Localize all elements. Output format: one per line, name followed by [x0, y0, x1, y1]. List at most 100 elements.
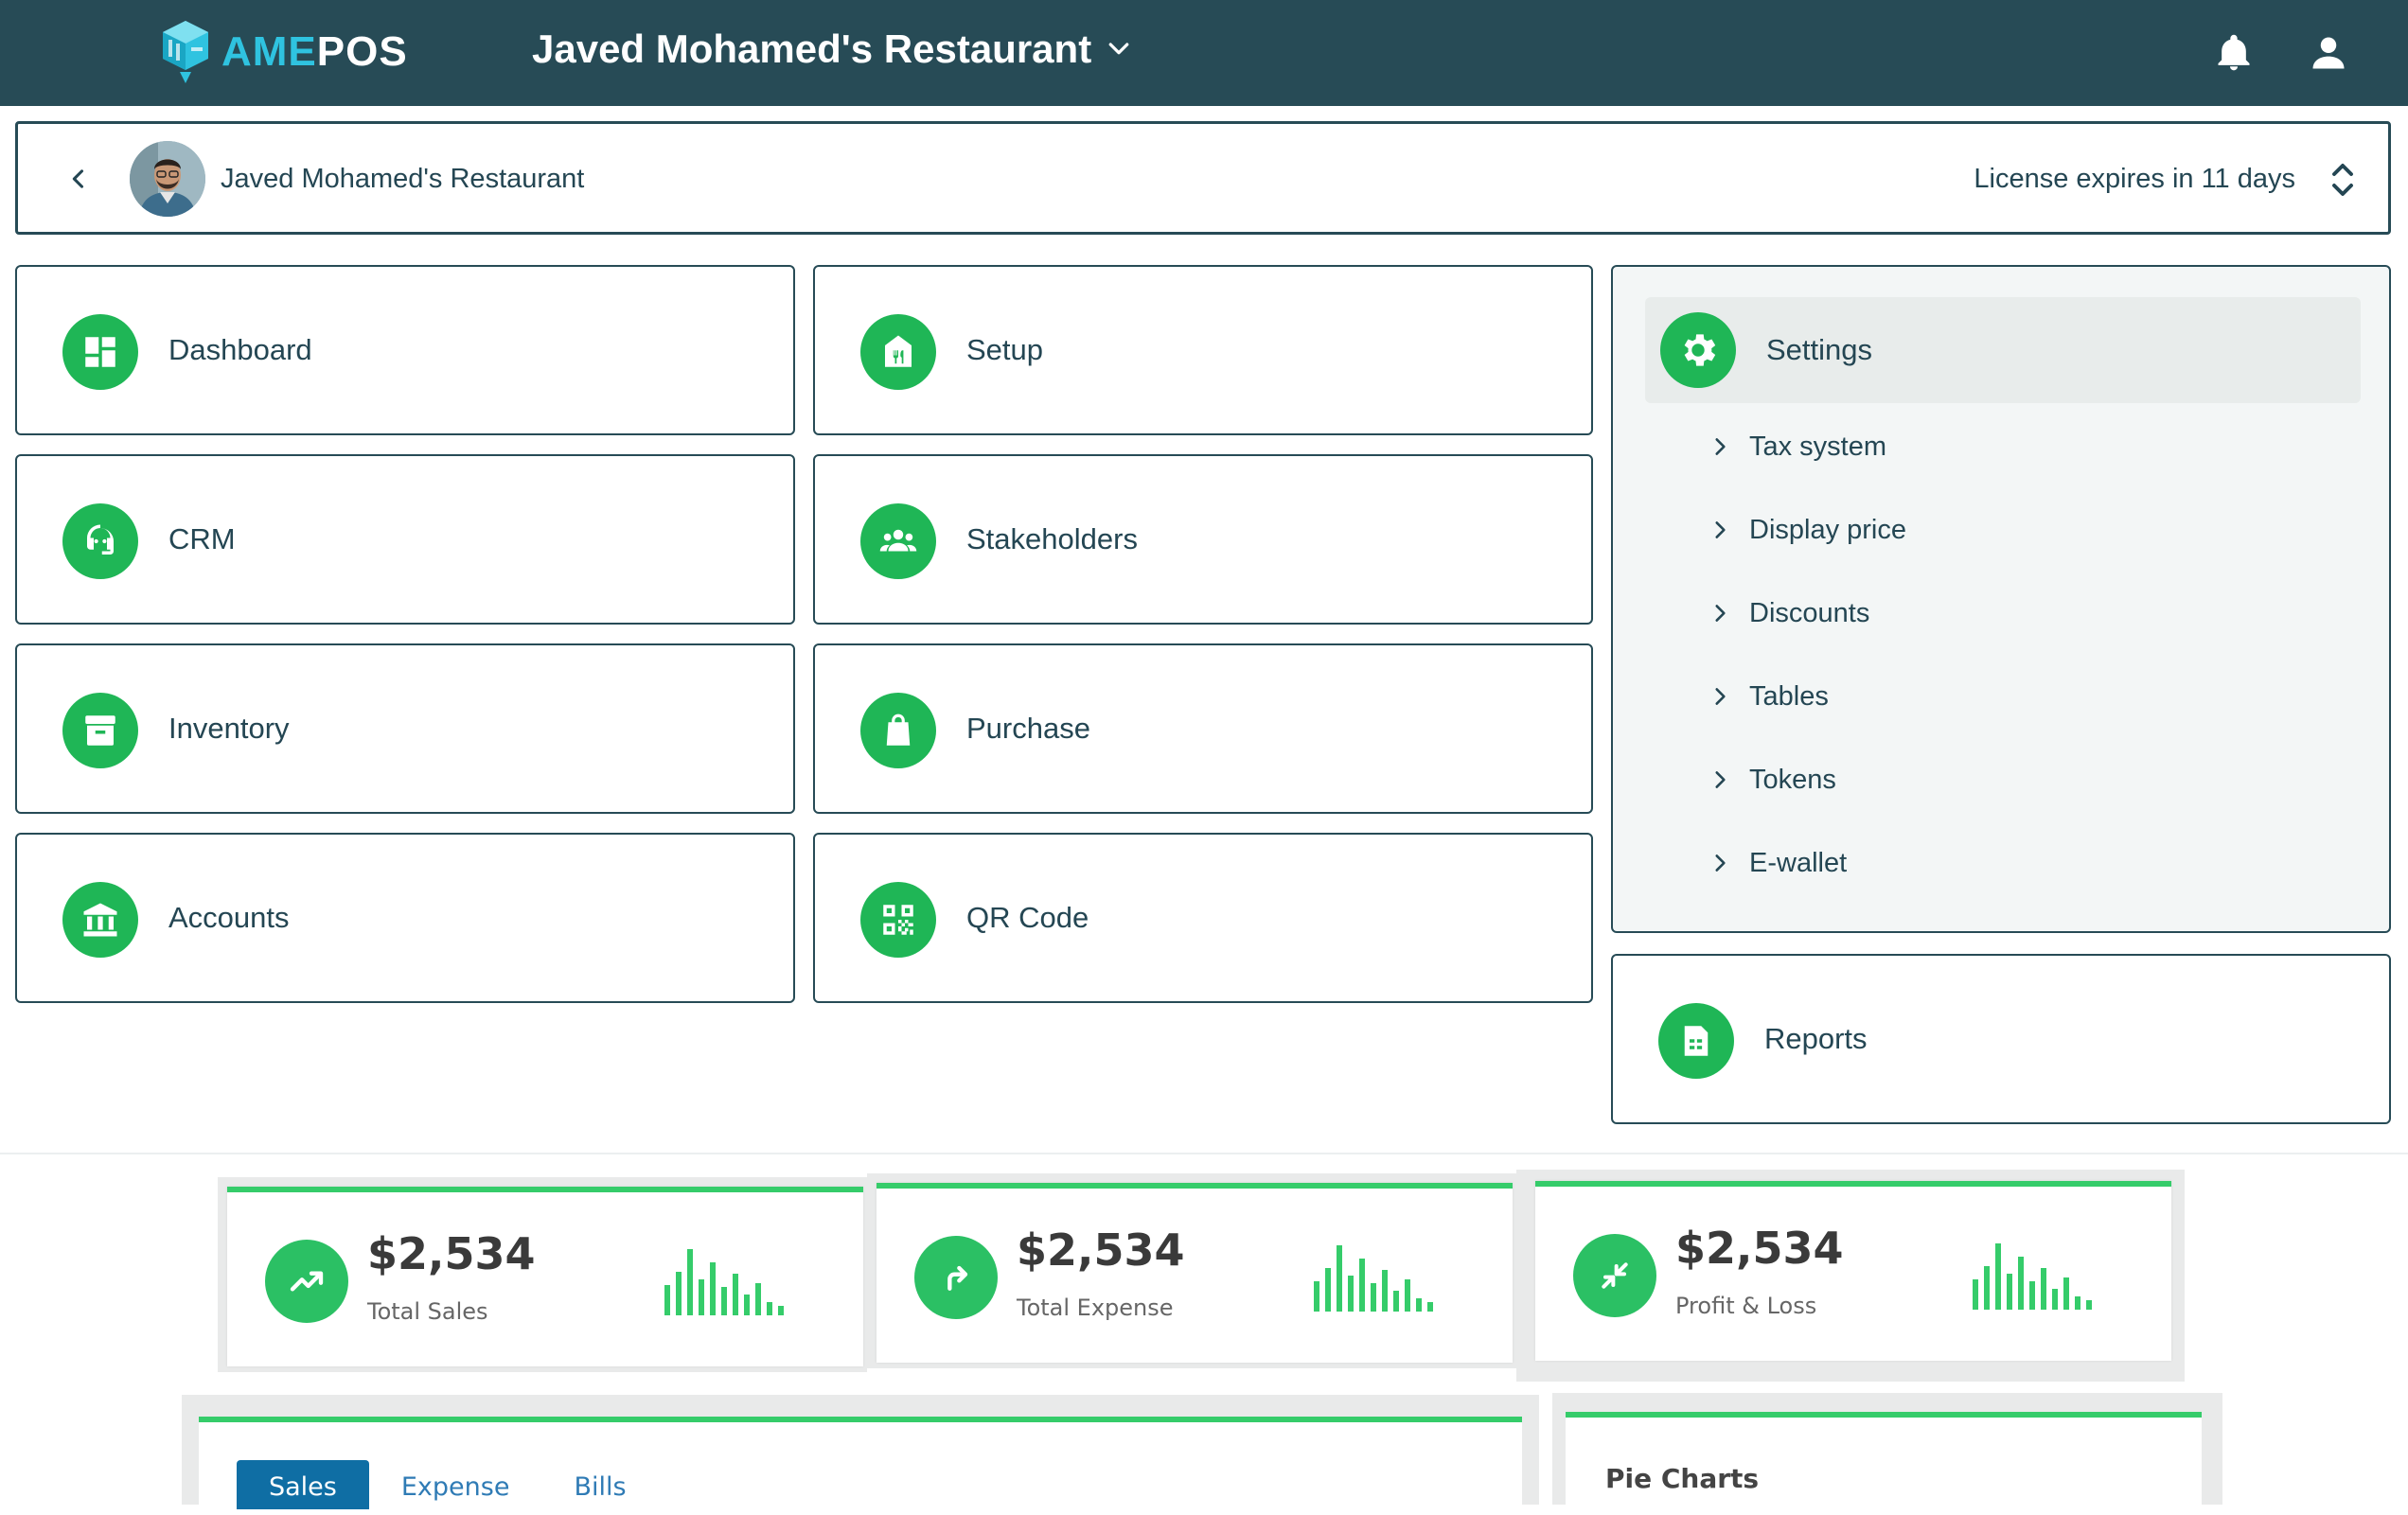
settings-label: Settings — [1766, 333, 1873, 366]
arrow-turn-up-icon — [947, 1265, 968, 1291]
tile-qr-code-label: QR Code — [966, 901, 1089, 934]
account-name: Javed Mohamed's Restaurant — [221, 164, 585, 194]
tab-expense[interactable]: Expense — [369, 1460, 542, 1509]
stat-amount: $2,534 — [1017, 1224, 1185, 1276]
bank-icon — [83, 903, 117, 937]
back-button[interactable] — [60, 160, 97, 198]
logo-text-pos: POS — [316, 28, 408, 75]
compress-icon-circle — [1573, 1234, 1656, 1317]
amepos-logo[interactable]: AMEPOS — [159, 19, 408, 85]
tile-inventory[interactable]: Inventory — [15, 643, 795, 814]
user-icon — [2312, 37, 2345, 69]
inventory-icon-circle — [62, 693, 138, 768]
tile-stakeholders-label: Stakeholders — [966, 522, 1138, 555]
stat-caption: Total Sales — [367, 1298, 488, 1325]
settings-item-tokens[interactable]: Tokens — [1708, 751, 1836, 808]
chevron-right-icon — [1715, 521, 1726, 538]
restaurant-selector[interactable]: Javed Mohamed's Restaurant — [532, 26, 1133, 72]
tile-reports[interactable]: Reports — [1611, 954, 2391, 1124]
tile-qr-code[interactable]: QR Code — [813, 833, 1593, 1003]
group-icon — [879, 529, 917, 552]
arrow-turn-icon-circle — [914, 1236, 998, 1319]
tile-accounts[interactable]: Accounts — [15, 833, 795, 1003]
report-document-icon — [1684, 1026, 1709, 1056]
settings-icon-circle — [1660, 312, 1736, 388]
logo-cube-icon — [163, 21, 208, 83]
account-bar: Javed Mohamed's Restaurant License expir… — [15, 121, 2391, 235]
restaurant-selector-label: Javed Mohamed's Restaurant — [532, 26, 1092, 71]
notifications-button[interactable] — [2209, 28, 2258, 78]
purchase-icon-circle — [860, 693, 936, 768]
stat-card-total-sales: $2,534 Total Sales — [227, 1187, 863, 1366]
stat-amount: $2,534 — [1675, 1223, 1844, 1274]
pie-chart-title: Pie Charts — [1605, 1463, 1760, 1494]
chevron-left-icon — [72, 169, 84, 188]
setup-icon-circle — [860, 314, 936, 390]
chevron-right-icon — [1715, 605, 1726, 622]
mini-bar-chart-icon — [664, 1249, 784, 1315]
tab-bills[interactable]: Bills — [541, 1460, 658, 1509]
settings-panel: Settings Tax system Display price Discou… — [1611, 265, 2391, 933]
shopping-bag-icon — [886, 713, 911, 746]
logo-text: AMEPOS — [221, 31, 408, 73]
chevron-right-icon — [1715, 438, 1726, 455]
chevron-right-icon — [1715, 771, 1726, 788]
settings-item-discounts[interactable]: Discounts — [1708, 585, 1869, 642]
settings-item-tables[interactable]: Tables — [1708, 668, 1829, 725]
section-divider — [0, 1153, 2408, 1154]
tile-purchase-label: Purchase — [966, 712, 1090, 745]
tile-accounts-label: Accounts — [168, 901, 290, 934]
settings-item-label: Display price — [1749, 514, 1906, 545]
tile-crm-label: CRM — [168, 522, 236, 555]
support-agent-icon — [87, 524, 114, 555]
reports-icon-circle — [1658, 1003, 1734, 1079]
settings-item-label: E-wallet — [1749, 847, 1848, 878]
pie-chart-panel: Pie Charts — [1566, 1412, 2202, 1505]
tile-purchase[interactable]: Purchase — [813, 643, 1593, 814]
top-bar: AMEPOS Javed Mohamed's Restaurant — [0, 0, 2408, 106]
qr-code-icon — [883, 905, 913, 935]
archive-icon — [85, 715, 115, 746]
logo-text-ame: AME — [221, 28, 317, 75]
compress-arrows-icon — [1602, 1262, 1628, 1289]
accounts-icon-circle — [62, 882, 138, 958]
tile-inventory-label: Inventory — [168, 712, 290, 745]
settings-item-label: Discounts — [1749, 597, 1870, 628]
qr-code-icon-circle — [860, 882, 936, 958]
chevron-down-icon — [1108, 43, 1129, 55]
settings-item-tax-system[interactable]: Tax system — [1708, 418, 1886, 475]
settings-item-label: Tokens — [1749, 764, 1836, 795]
tile-setup[interactable]: Setup — [813, 265, 1593, 435]
stat-card-total-expense: $2,534 Total Expense — [876, 1183, 1513, 1363]
crm-icon-circle — [62, 503, 138, 579]
avatar-image — [130, 141, 205, 217]
chevron-right-icon — [1715, 688, 1726, 705]
mini-bar-chart-icon — [1314, 1245, 1433, 1312]
stat-card-profit-loss: $2,534 Profit & Loss — [1535, 1181, 2171, 1361]
stakeholders-icon-circle — [860, 503, 936, 579]
trending-up-icon-circle — [265, 1240, 348, 1323]
license-status: License expires in 11 days — [1974, 164, 2295, 194]
bell-icon — [2218, 34, 2250, 71]
mini-bar-chart-icon — [1973, 1243, 2092, 1310]
avatar — [130, 141, 205, 217]
chevron-right-icon — [1715, 854, 1726, 872]
tile-dashboard[interactable]: Dashboard — [15, 265, 795, 435]
dashboard-icon — [85, 337, 115, 367]
settings-header[interactable]: Settings — [1645, 297, 2361, 403]
tile-crm[interactable]: CRM — [15, 454, 795, 625]
tab-sales[interactable]: Sales — [237, 1460, 369, 1509]
dashboard-icon-circle — [62, 314, 138, 390]
trending-up-icon — [290, 1271, 324, 1292]
expand-collapse-icon[interactable] — [2326, 158, 2360, 202]
account-button[interactable] — [2304, 28, 2353, 78]
tile-stakeholders[interactable]: Stakeholders — [813, 454, 1593, 625]
tile-setup-label: Setup — [966, 333, 1044, 366]
store-icon — [885, 335, 912, 367]
settings-item-display-price[interactable]: Display price — [1708, 502, 1906, 558]
chart-panel: Sales Expense Bills — [199, 1417, 1522, 1509]
tile-reports-label: Reports — [1764, 1022, 1868, 1055]
gear-icon — [1684, 334, 1716, 366]
chart-tabs: Sales Expense Bills — [237, 1460, 659, 1509]
settings-item-e-wallet[interactable]: E-wallet — [1708, 835, 1847, 891]
